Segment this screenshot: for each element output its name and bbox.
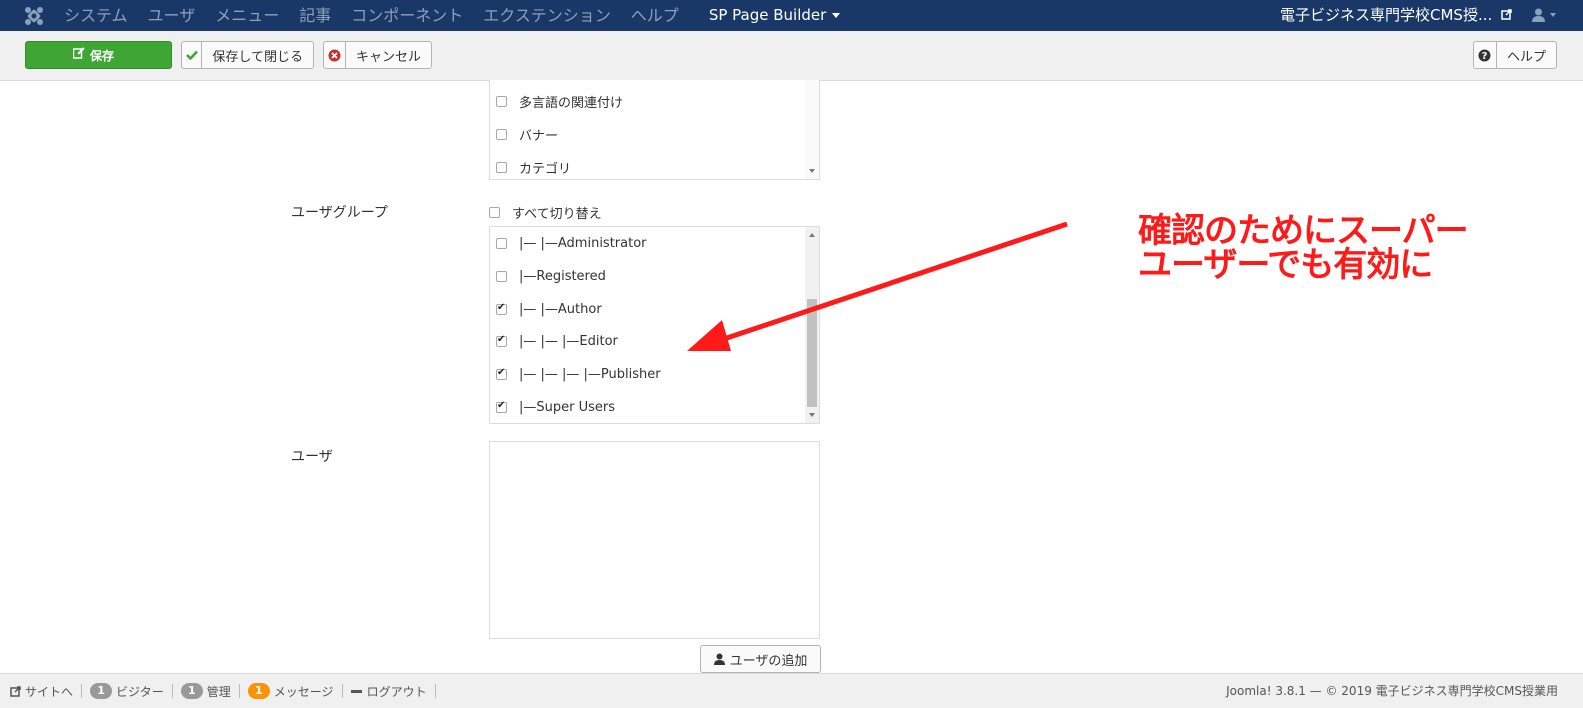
- external-link-icon: [10, 685, 21, 697]
- minus-icon: [350, 689, 362, 693]
- admins-badge: 1: [180, 683, 203, 699]
- logout-label: ログアウト: [366, 684, 427, 699]
- annotation-line-2: ユーザーでも有効に: [1138, 245, 1433, 285]
- visitors-link[interactable]: 1 ビジター: [82, 683, 173, 699]
- admins-link[interactable]: 1 管理: [173, 683, 240, 699]
- annotation-arrow: [687, 221, 1068, 351]
- view-site-link[interactable]: サイトへ: [0, 684, 83, 699]
- status-bar: サイトへ 1 ビジター 1 管理 1 メッセージ ログアウト Joomla! 3…: [0, 673, 1583, 708]
- messages-link[interactable]: 1 メッセージ: [240, 683, 343, 699]
- visitors-badge: 1: [90, 683, 113, 699]
- messages-label: メッセージ: [273, 684, 334, 699]
- view-site-label: サイトへ: [25, 684, 74, 699]
- visitors-label: ビジター: [116, 684, 164, 699]
- footer-copyright: Joomla! 3.8.1 — © 2019 電子ビジネス専門学校CMS授業用: [1226, 684, 1558, 698]
- admins-label: 管理: [206, 684, 231, 699]
- logout-link[interactable]: ログアウト: [343, 684, 436, 699]
- messages-badge: 1: [247, 683, 270, 699]
- annotation-line-1: 確認のためにスーパー: [1138, 211, 1469, 251]
- annotation-text: 確認のためにスーパー ユーザーでも有効に: [1138, 211, 1469, 285]
